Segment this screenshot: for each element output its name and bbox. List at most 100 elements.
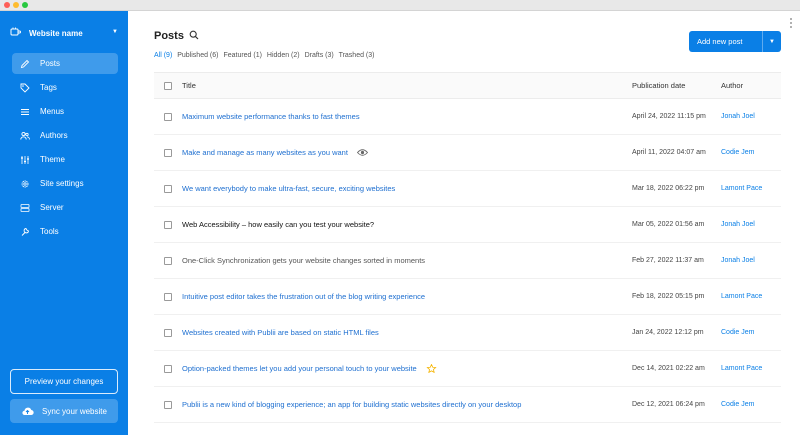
post-date: Jan 24, 2022 12:12 pm xyxy=(632,329,704,336)
column-publication-date[interactable]: Publication date xyxy=(632,73,685,98)
post-title-cell: One-Click Synchronization gets your webs… xyxy=(182,243,425,278)
close-window-button[interactable] xyxy=(4,2,10,8)
sidebar-item-theme[interactable]: Theme xyxy=(12,149,118,170)
post-author-link[interactable]: Codie Jem xyxy=(721,135,754,170)
sidebar-item-posts[interactable]: Posts xyxy=(12,53,118,74)
pen-icon xyxy=(19,58,31,70)
post-title-cell: Websites created with Publii are based o… xyxy=(182,315,379,350)
filter-published[interactable]: Published (6) xyxy=(177,52,218,59)
post-date: Dec 12, 2021 06:24 pm xyxy=(632,401,705,408)
row-checkbox[interactable] xyxy=(164,257,172,265)
filter-hidden[interactable]: Hidden (2) xyxy=(267,52,300,59)
row-checkbox[interactable] xyxy=(164,329,172,337)
row-checkbox[interactable] xyxy=(164,365,172,373)
sidebar-item-label: Site settings xyxy=(40,179,84,188)
table-body: Maximum website performance thanks to fa… xyxy=(154,99,781,423)
sidebar-nav: Posts Tags Menus Authors Theme Site sett… xyxy=(12,53,118,245)
table-row[interactable]: Maximum website performance thanks to fa… xyxy=(154,99,781,135)
post-title-cell: Web Accessibility – how easily can you t… xyxy=(182,207,374,242)
row-checkbox[interactable] xyxy=(164,401,172,409)
more-options-icon[interactable] xyxy=(789,17,793,29)
search-icon[interactable] xyxy=(189,30,199,40)
add-new-post-label: Add new post xyxy=(697,37,743,46)
post-title-link[interactable]: Option-packed themes let you add your pe… xyxy=(182,364,417,373)
post-title-link[interactable]: Websites created with Publii are based o… xyxy=(182,328,379,337)
row-checkbox[interactable] xyxy=(164,293,172,301)
sync-website-button[interactable]: Sync your website xyxy=(10,399,118,423)
table-row[interactable]: Make and manage as many websites as you … xyxy=(154,135,781,171)
star-icon xyxy=(426,364,437,373)
add-new-post-button[interactable]: Add new post ▼ xyxy=(689,31,781,52)
site-name: Website name xyxy=(29,28,83,38)
post-author-link[interactable]: Lamont Pace xyxy=(721,279,762,314)
main-content: Posts All (9) Published (6) Featured (1)… xyxy=(128,11,800,435)
post-title-cell: Make and manage as many websites as you … xyxy=(182,135,368,170)
post-title-link[interactable]: We want everybody to make ultra-fast, se… xyxy=(182,184,395,193)
users-icon xyxy=(19,130,31,142)
sidebar-item-site-settings[interactable]: Site settings xyxy=(12,173,118,194)
post-author-link[interactable]: Codie Jem xyxy=(721,315,754,350)
filter-all[interactable]: All (9) xyxy=(154,52,172,59)
column-title[interactable]: Title xyxy=(182,73,196,98)
filter-trashed[interactable]: Trashed (3) xyxy=(339,52,375,59)
post-author-link[interactable]: Lamont Pace xyxy=(721,351,762,386)
post-title-link[interactable]: Web Accessibility – how easily can you t… xyxy=(182,220,374,229)
table-row[interactable]: Publii is a new kind of blogging experie… xyxy=(154,387,781,423)
post-date: April 11, 2022 04:07 am xyxy=(632,149,706,156)
table-row[interactable]: We want everybody to make ultra-fast, se… xyxy=(154,171,781,207)
sidebar-item-label: Tools xyxy=(40,227,59,236)
sidebar-item-server[interactable]: Server xyxy=(12,197,118,218)
sliders-icon xyxy=(19,154,31,166)
post-title-cell: Option-packed themes let you add your pe… xyxy=(182,351,437,386)
wrench-icon xyxy=(19,226,31,238)
post-author-link[interactable]: Jonah Joel xyxy=(721,243,755,278)
server-icon xyxy=(19,202,31,214)
tag-icon xyxy=(19,82,31,94)
site-icon xyxy=(10,24,21,42)
post-title-link[interactable]: Maximum website performance thanks to fa… xyxy=(182,112,360,121)
post-title-link[interactable]: One-Click Synchronization gets your webs… xyxy=(182,256,425,265)
menu-icon xyxy=(19,106,31,118)
maximize-window-button[interactable] xyxy=(22,2,28,8)
post-date: Mar 18, 2022 06:22 pm xyxy=(632,185,705,192)
row-checkbox[interactable] xyxy=(164,113,172,121)
sidebar-item-tools[interactable]: Tools xyxy=(12,221,118,242)
post-title-link[interactable]: Make and manage as many websites as you … xyxy=(182,148,348,157)
table-row[interactable]: Websites created with Publii are based o… xyxy=(154,315,781,351)
table-row[interactable]: Intuitive post editor takes the frustrat… xyxy=(154,279,781,315)
row-checkbox[interactable] xyxy=(164,185,172,193)
page-title: Posts xyxy=(154,30,184,42)
sidebar-item-label: Menus xyxy=(40,107,65,116)
sidebar-item-tags[interactable]: Tags xyxy=(12,77,118,98)
row-checkbox[interactable] xyxy=(164,221,172,229)
table-row[interactable]: Web Accessibility – how easily can you t… xyxy=(154,207,781,243)
post-title-link[interactable]: Publii is a new kind of blogging experie… xyxy=(182,400,521,409)
post-author-link[interactable]: Jonah Joel xyxy=(721,99,755,134)
post-filters: All (9) Published (6) Featured (1) Hidde… xyxy=(154,52,377,59)
post-author-link[interactable]: Codie Jem xyxy=(721,387,754,422)
sidebar-item-authors[interactable]: Authors xyxy=(12,125,118,146)
sidebar-item-label: Theme xyxy=(40,155,65,164)
post-title-cell: Publii is a new kind of blogging experie… xyxy=(182,387,521,422)
sidebar-item-label: Tags xyxy=(40,83,57,92)
table-row[interactable]: Option-packed themes let you add your pe… xyxy=(154,351,781,387)
table-row[interactable]: One-Click Synchronization gets your webs… xyxy=(154,243,781,279)
sidebar-item-menus[interactable]: Menus xyxy=(12,101,118,122)
post-title-cell: Intuitive post editor takes the frustrat… xyxy=(182,279,425,314)
filter-drafts[interactable]: Drafts (3) xyxy=(305,52,334,59)
post-title-link[interactable]: Intuitive post editor takes the frustrat… xyxy=(182,292,425,301)
preview-changes-button[interactable]: Preview your changes xyxy=(10,369,118,394)
eye-icon xyxy=(356,148,368,157)
column-author[interactable]: Author xyxy=(721,73,743,98)
chevron-down-icon[interactable]: ▼ xyxy=(763,39,781,45)
post-date: Dec 14, 2021 02:22 am xyxy=(632,365,705,372)
chevron-down-icon: ▼ xyxy=(112,29,118,35)
row-checkbox[interactable] xyxy=(164,149,172,157)
select-all-checkbox[interactable] xyxy=(164,82,172,90)
post-author-link[interactable]: Lamont Pace xyxy=(721,171,762,206)
sidebar-item-label: Server xyxy=(40,203,64,212)
filter-featured[interactable]: Featured (1) xyxy=(223,52,262,59)
minimize-window-button[interactable] xyxy=(13,2,19,8)
post-author-link[interactable]: Jonah Joel xyxy=(721,207,755,242)
site-switcher[interactable]: Website name ▼ xyxy=(10,25,120,41)
